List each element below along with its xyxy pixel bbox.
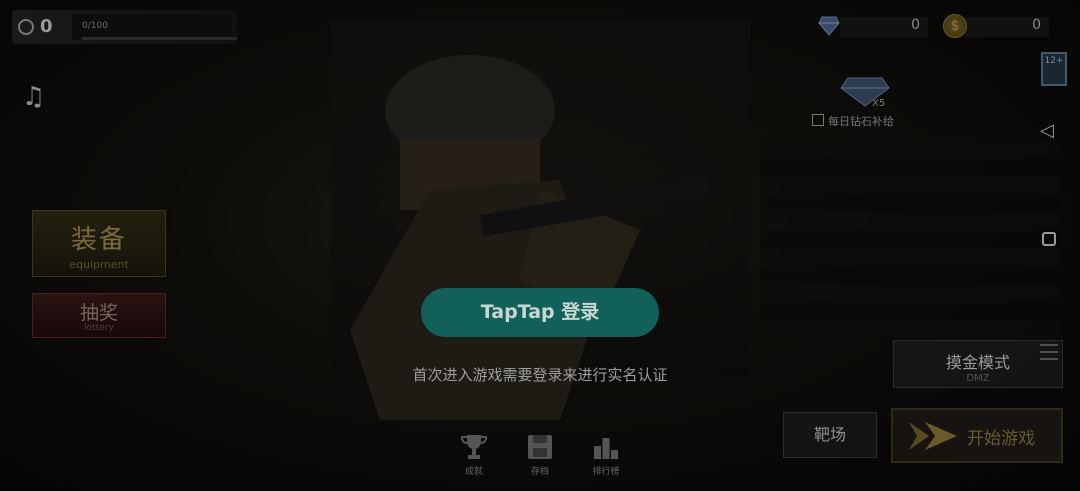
player-level: 0 [40, 16, 53, 37]
leaderboard-label: 排行榜 [592, 467, 620, 477]
coin-count: 0 [1032, 17, 1041, 33]
dmz-mode-button[interactable]: 摸金模式 DMZ [893, 340, 1063, 388]
daily-multiplier: X5 [872, 98, 886, 109]
shooting-range-button[interactable]: 靶场 [783, 412, 877, 458]
coin-icon: $ [943, 14, 967, 38]
calendar-icon [812, 114, 824, 126]
music-icon[interactable]: ♫ [22, 82, 45, 112]
dmz-title: 摸金模式 [945, 353, 1010, 372]
save-icon [528, 435, 552, 459]
equipment-title: 装备 [70, 225, 127, 255]
daily-label: 每日钻石补给 [828, 115, 894, 128]
system-home-icon[interactable] [1042, 232, 1056, 246]
diamond-icon [818, 16, 840, 36]
start-game-button[interactable]: 开始游戏 [891, 408, 1063, 463]
double-arrow-icon [909, 422, 957, 450]
diamond-count: 0 [911, 17, 920, 33]
system-back-icon[interactable]: ◁ [1040, 120, 1054, 141]
daily-diamond-supply[interactable]: X5 每日钻石补给 [812, 76, 902, 128]
daily-label-row: 每日钻石补给 [812, 113, 894, 129]
dmz-subtitle: DMZ [966, 373, 990, 384]
achievements-button[interactable]: 成就 [454, 432, 494, 477]
save-label: 存档 [530, 467, 549, 477]
leaderboard-button[interactable]: 排行榜 [586, 432, 626, 477]
equipment-subtitle: equipment [69, 258, 129, 271]
start-game-label: 开始游戏 [967, 429, 1035, 449]
age-rating-badge: 12+ [1041, 52, 1067, 86]
taptap-login-button[interactable]: TapTap 登录 [421, 288, 659, 337]
achievements-label: 成就 [464, 467, 483, 477]
diamond-counter[interactable]: 0 [818, 14, 928, 40]
exp-text: 0/100 [82, 21, 108, 31]
equipment-button[interactable]: 装备 equipment [32, 210, 166, 277]
save-button[interactable]: 存档 [520, 432, 560, 477]
age-rating-text: 12+ [1044, 56, 1064, 66]
leaderboard-icon [594, 438, 618, 459]
exp-progress-bar [82, 37, 237, 40]
player-level-panel: 0 0/100 [12, 10, 237, 44]
lottery-button[interactable]: 抽奖 lottery [32, 293, 166, 338]
coin-counter[interactable]: $ 0 [943, 14, 1049, 40]
lottery-title: 抽奖 [79, 302, 118, 324]
level-badge-icon [18, 19, 34, 35]
lottery-subtitle: lottery [84, 323, 114, 333]
trophy-icon [460, 435, 488, 459]
